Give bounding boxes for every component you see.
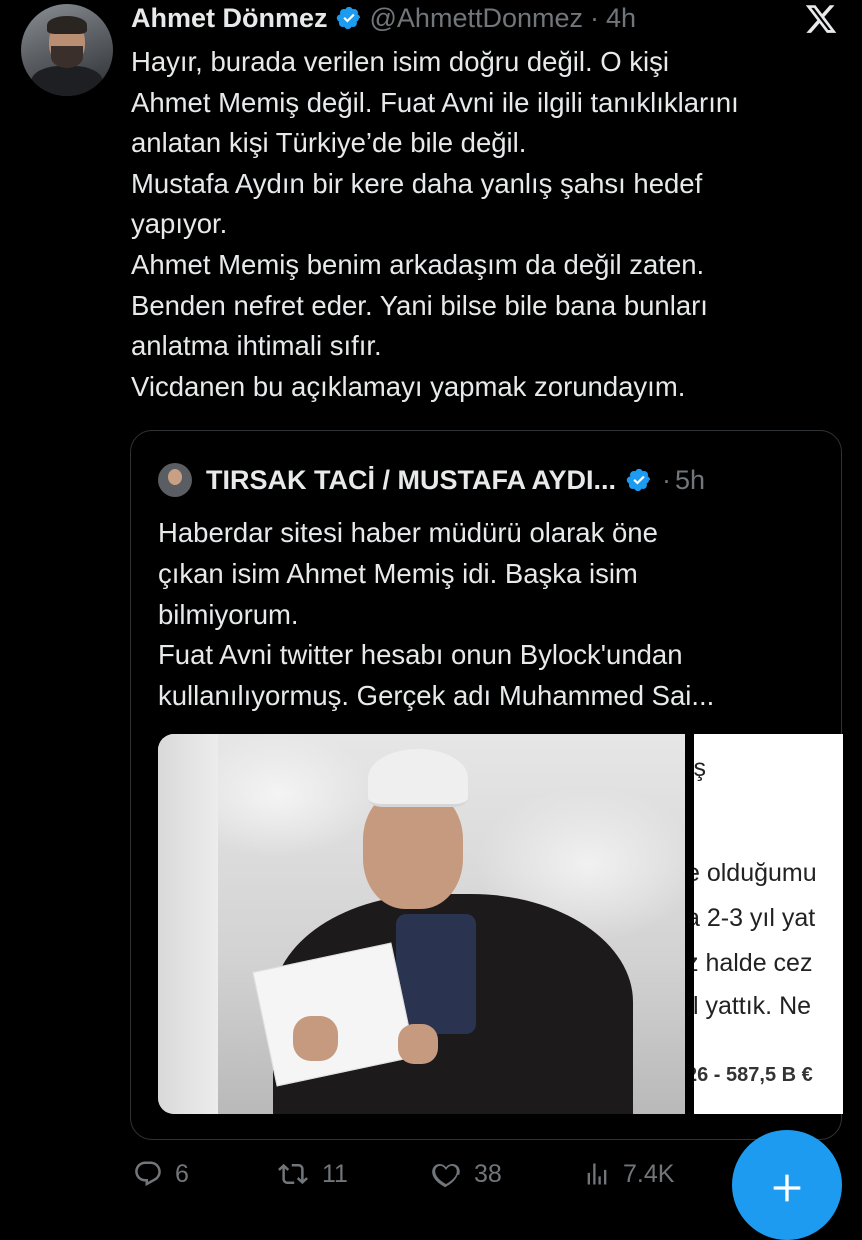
verified-badge-icon	[336, 6, 360, 30]
tweet-time[interactable]: 4h	[606, 3, 636, 34]
x-logo-icon[interactable]	[801, 2, 841, 36]
tweet-line: Benden nefret eder. Yani bilse bile bana…	[131, 289, 708, 321]
avatar-beard	[51, 46, 83, 68]
quoted-tweet-time[interactable]: 5h	[675, 465, 705, 496]
quoted-media-photo[interactable]	[158, 734, 685, 1114]
reply-count: 6	[175, 1159, 189, 1188]
tweet-line: Ahmet Memiş değil. Fuat Avni ile ilgili …	[131, 86, 739, 118]
tweet-line: Ahmet Memiş benim arkadaşım da değil zat…	[131, 248, 705, 280]
avatar-hair	[47, 16, 87, 34]
plus-icon	[773, 1174, 801, 1202]
retweet-button[interactable]: 11	[276, 1154, 348, 1194]
reply-button[interactable]: 6	[133, 1154, 189, 1194]
quoted-author-avatar[interactable]	[158, 463, 192, 497]
screenshot-text: z halde cez	[694, 949, 813, 977]
reply-icon	[135, 1161, 161, 1187]
view-count: 7.4K	[623, 1159, 675, 1188]
screenshot-text: 26 - 587,5 B €	[694, 1064, 813, 1086]
analytics-icon	[587, 1163, 607, 1185]
tweet-line: Mustafa Aydın bir kere daha yanlış şahsı…	[131, 167, 703, 199]
photo-shirt	[396, 914, 476, 1034]
screenshot-text: e olduğumu	[694, 859, 817, 887]
quoted-tweet[interactable]: TIRSAK TACİ / MUSTAFA AYDI... · 5h Haber…	[130, 430, 843, 1140]
author-name[interactable]: Ahmet Dönmez	[131, 3, 328, 34]
screenshot-text: ıl yattık. Ne	[694, 992, 812, 1020]
quoted-line: Haberdar sitesi haber müdürü olarak öne	[158, 517, 658, 548]
heart-icon	[432, 1163, 460, 1188]
retweet-count: 11	[322, 1159, 348, 1188]
quoted-media-screenshot[interactable]: iş e olduğumu a 2-3 yıl yat z halde cez …	[694, 734, 843, 1114]
tweet-line: Hayır, burada verilen isim doğru değil. …	[131, 46, 670, 77]
tweet-line: anlatma ihtimali sıfır.	[131, 330, 382, 362]
quoted-tweet-header: TIRSAK TACİ / MUSTAFA AYDI... · 5h	[158, 463, 705, 497]
tweet-line: yapıyor.	[131, 208, 228, 240]
screenshot-text: iş	[694, 754, 707, 782]
retweet-icon	[278, 1163, 308, 1185]
quoted-tweet-body: Haberdar sitesi haber müdürü olarak öne …	[158, 513, 828, 717]
photo-cap	[368, 749, 468, 807]
compose-post-button[interactable]	[732, 1130, 842, 1240]
verified-badge-icon	[626, 468, 651, 492]
photo-face	[363, 789, 463, 909]
screenshot-text: a 2-3 yıl yat	[694, 904, 816, 932]
tweet-actions: 6 11 38 7.4K	[133, 1154, 713, 1194]
like-count: 38	[474, 1159, 502, 1188]
author-avatar[interactable]	[21, 4, 113, 96]
tweet-line: anlatan kişi Türkiye’de bile değil.	[131, 127, 527, 159]
quoted-author-name[interactable]: TIRSAK TACİ / MUSTAFA AYDI...	[206, 465, 616, 496]
avatar-body	[31, 66, 103, 96]
like-button[interactable]: 38	[430, 1154, 502, 1194]
quoted-line: kullanılıyormuş. Gerçek adı Muhammed Sai…	[158, 680, 715, 712]
quoted-line: Fuat Avni twitter hesabı onun Bylock'und…	[158, 639, 683, 671]
photo-column	[158, 734, 218, 1114]
views-button[interactable]: 7.4K	[583, 1154, 674, 1194]
tweet-body: Hayır, burada verilen isim doğru değil. …	[131, 42, 851, 407]
separator-dot: ·	[590, 2, 599, 33]
photo-hand	[398, 1024, 438, 1064]
author-handle[interactable]: @AhmettDonmez	[370, 3, 583, 34]
quoted-line: bilmiyorum.	[158, 598, 299, 630]
separator-dot: ·	[662, 464, 672, 495]
tweet-line: Vicdanen bu açıklamayı yapmak zorundayım…	[131, 370, 686, 402]
photo-hand	[293, 1016, 338, 1061]
quoted-line: çıkan isim Ahmet Memiş idi. Başka isim	[158, 557, 638, 589]
tweet-header: Ahmet Dönmez @AhmettDonmez · 4h	[131, 0, 636, 36]
